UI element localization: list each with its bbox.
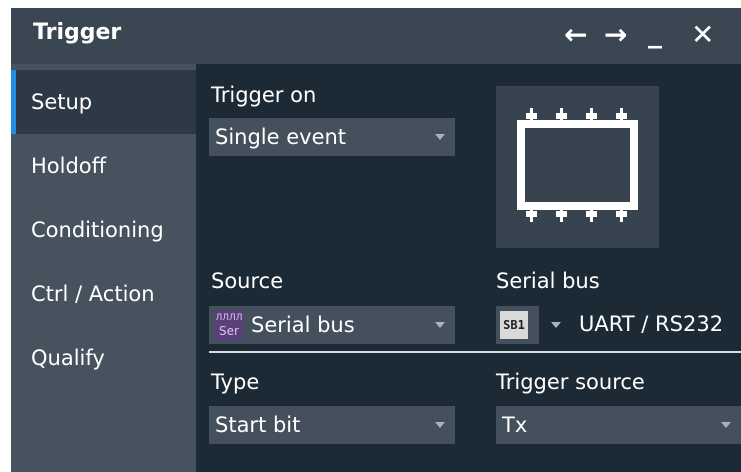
type-label: Type bbox=[211, 370, 260, 394]
chevron-down-icon bbox=[721, 422, 731, 428]
serial-bus-selector[interactable]: SB1 bbox=[496, 306, 539, 344]
sidebar-item-conditioning[interactable]: Conditioning bbox=[11, 198, 196, 262]
section-divider bbox=[209, 351, 741, 353]
sidebar-item-ctrl-action[interactable]: Ctrl / Action bbox=[11, 262, 196, 326]
trigger-source-label: Trigger source bbox=[496, 370, 645, 394]
sidebar-item-qualify[interactable]: Qualify bbox=[11, 326, 196, 390]
trigger-event-illustration bbox=[496, 86, 659, 248]
type-dropdown[interactable]: Start bit bbox=[209, 406, 455, 444]
serial-bus-protocol: UART / RS232 bbox=[579, 312, 724, 336]
serial-bus-label: Serial bus bbox=[496, 269, 600, 293]
trigger-on-value: Single event bbox=[215, 125, 347, 149]
chevron-down-icon[interactable] bbox=[551, 322, 561, 328]
trigger-on-dropdown[interactable]: Single event bbox=[209, 118, 455, 156]
close-icon[interactable]: ✕ bbox=[691, 18, 714, 52]
sidebar: Setup Holdoff Conditioning Ctrl / Action… bbox=[11, 64, 196, 472]
source-label: Source bbox=[211, 269, 284, 293]
dialog-title: Trigger bbox=[33, 20, 122, 45]
minimize-icon[interactable]: _ bbox=[648, 16, 662, 50]
chevron-down-icon bbox=[435, 322, 445, 328]
chevron-down-icon bbox=[435, 422, 445, 428]
source-value: Serial bus bbox=[251, 313, 355, 337]
trigger-on-label: Trigger on bbox=[211, 83, 317, 107]
title-bar: Trigger ← → _ ✕ bbox=[11, 8, 741, 64]
trigger-dialog: Trigger ← → _ ✕ Setup Holdoff Conditioni… bbox=[11, 8, 741, 472]
arrow-left-icon[interactable]: ← bbox=[564, 18, 587, 52]
trigger-source-dropdown[interactable]: Tx bbox=[496, 406, 741, 444]
serial-bus-chip-icon bbox=[517, 108, 638, 222]
arrow-right-icon[interactable]: → bbox=[604, 18, 627, 52]
trigger-source-value: Tx bbox=[502, 413, 528, 437]
serial-bus-icon: ЛЛЛЛ Ser bbox=[215, 310, 243, 340]
serial-bus-badge: SB1 bbox=[500, 311, 528, 339]
sidebar-item-holdoff[interactable]: Holdoff bbox=[11, 134, 196, 198]
type-value: Start bit bbox=[215, 413, 301, 437]
chevron-down-icon bbox=[435, 134, 445, 140]
sidebar-item-setup[interactable]: Setup bbox=[11, 70, 196, 134]
source-dropdown[interactable]: ЛЛЛЛ Ser Serial bus bbox=[209, 306, 455, 344]
